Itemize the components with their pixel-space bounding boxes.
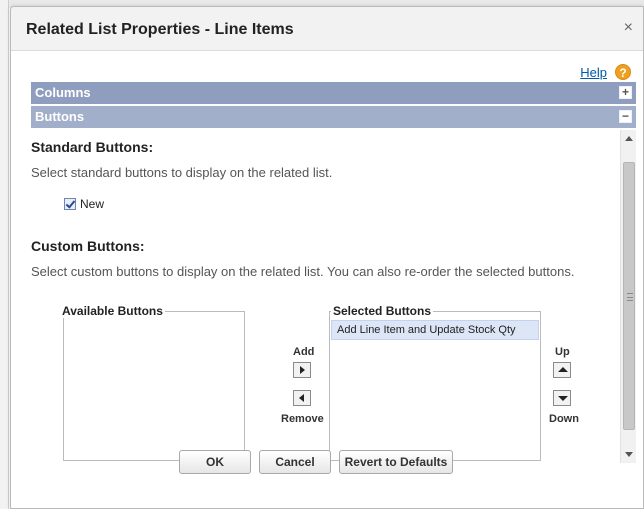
- new-checkbox-label[interactable]: New: [80, 197, 104, 211]
- standard-buttons-description: Select standard buttons to display on th…: [31, 165, 333, 180]
- arrow-right-icon: [300, 366, 305, 374]
- scroll-down-arrow-icon[interactable]: [625, 452, 633, 457]
- custom-buttons-heading: Custom Buttons:: [31, 238, 145, 254]
- cancel-button[interactable]: Cancel: [259, 450, 331, 474]
- vertical-scrollbar[interactable]: [620, 130, 636, 463]
- related-list-properties-dialog: Related List Properties - Line Items × H…: [10, 6, 644, 509]
- available-buttons-list[interactable]: [63, 311, 245, 461]
- down-label: Down: [549, 413, 579, 425]
- help-link[interactable]: Help: [580, 65, 607, 80]
- help-row: Help ?: [580, 62, 631, 82]
- arrow-down-icon: [558, 396, 568, 401]
- add-label: Add: [293, 346, 315, 358]
- buttons-section-header[interactable]: Buttons −: [31, 106, 636, 128]
- move-down-button[interactable]: [553, 390, 571, 406]
- minus-icon[interactable]: −: [619, 110, 632, 123]
- dialog-header: Related List Properties - Line Items ×: [11, 7, 643, 51]
- standard-buttons-heading: Standard Buttons:: [31, 139, 154, 155]
- available-buttons-label: Available Buttons: [60, 304, 165, 318]
- columns-section-label: Columns: [35, 85, 91, 100]
- remove-button[interactable]: [293, 390, 311, 406]
- arrow-left-icon: [299, 394, 304, 402]
- scrollbar-thumb[interactable]: [623, 162, 635, 430]
- columns-section-header[interactable]: Columns +: [31, 82, 636, 104]
- add-button[interactable]: [293, 362, 311, 378]
- up-label: Up: [555, 346, 570, 358]
- new-button-option[interactable]: New: [64, 197, 104, 211]
- help-icon[interactable]: ?: [615, 64, 631, 80]
- custom-buttons-description: Select custom buttons to display on the …: [31, 264, 575, 279]
- dialog-title: Related List Properties - Line Items: [26, 21, 294, 38]
- buttons-section-label: Buttons: [35, 109, 85, 124]
- ok-button[interactable]: OK: [179, 450, 251, 474]
- scrollbar-grip-icon: [627, 293, 633, 301]
- remove-label: Remove: [281, 413, 324, 425]
- selected-list-item[interactable]: Add Line Item and Update Stock Qty: [331, 320, 539, 340]
- new-checkbox[interactable]: [64, 198, 76, 210]
- plus-icon[interactable]: +: [619, 86, 632, 99]
- scroll-up-arrow-icon[interactable]: [625, 136, 633, 141]
- background-page-edge: [0, 0, 9, 509]
- buttons-section-body: Standard Buttons: Select standard button…: [31, 130, 636, 463]
- revert-to-defaults-button[interactable]: Revert to Defaults: [339, 450, 453, 474]
- close-icon[interactable]: ×: [624, 19, 633, 37]
- selected-buttons-label: Selected Buttons: [331, 304, 434, 318]
- move-up-button[interactable]: [553, 362, 571, 378]
- selected-buttons-list[interactable]: Add Line Item and Update Stock Qty: [329, 311, 541, 461]
- arrow-up-icon: [558, 367, 568, 372]
